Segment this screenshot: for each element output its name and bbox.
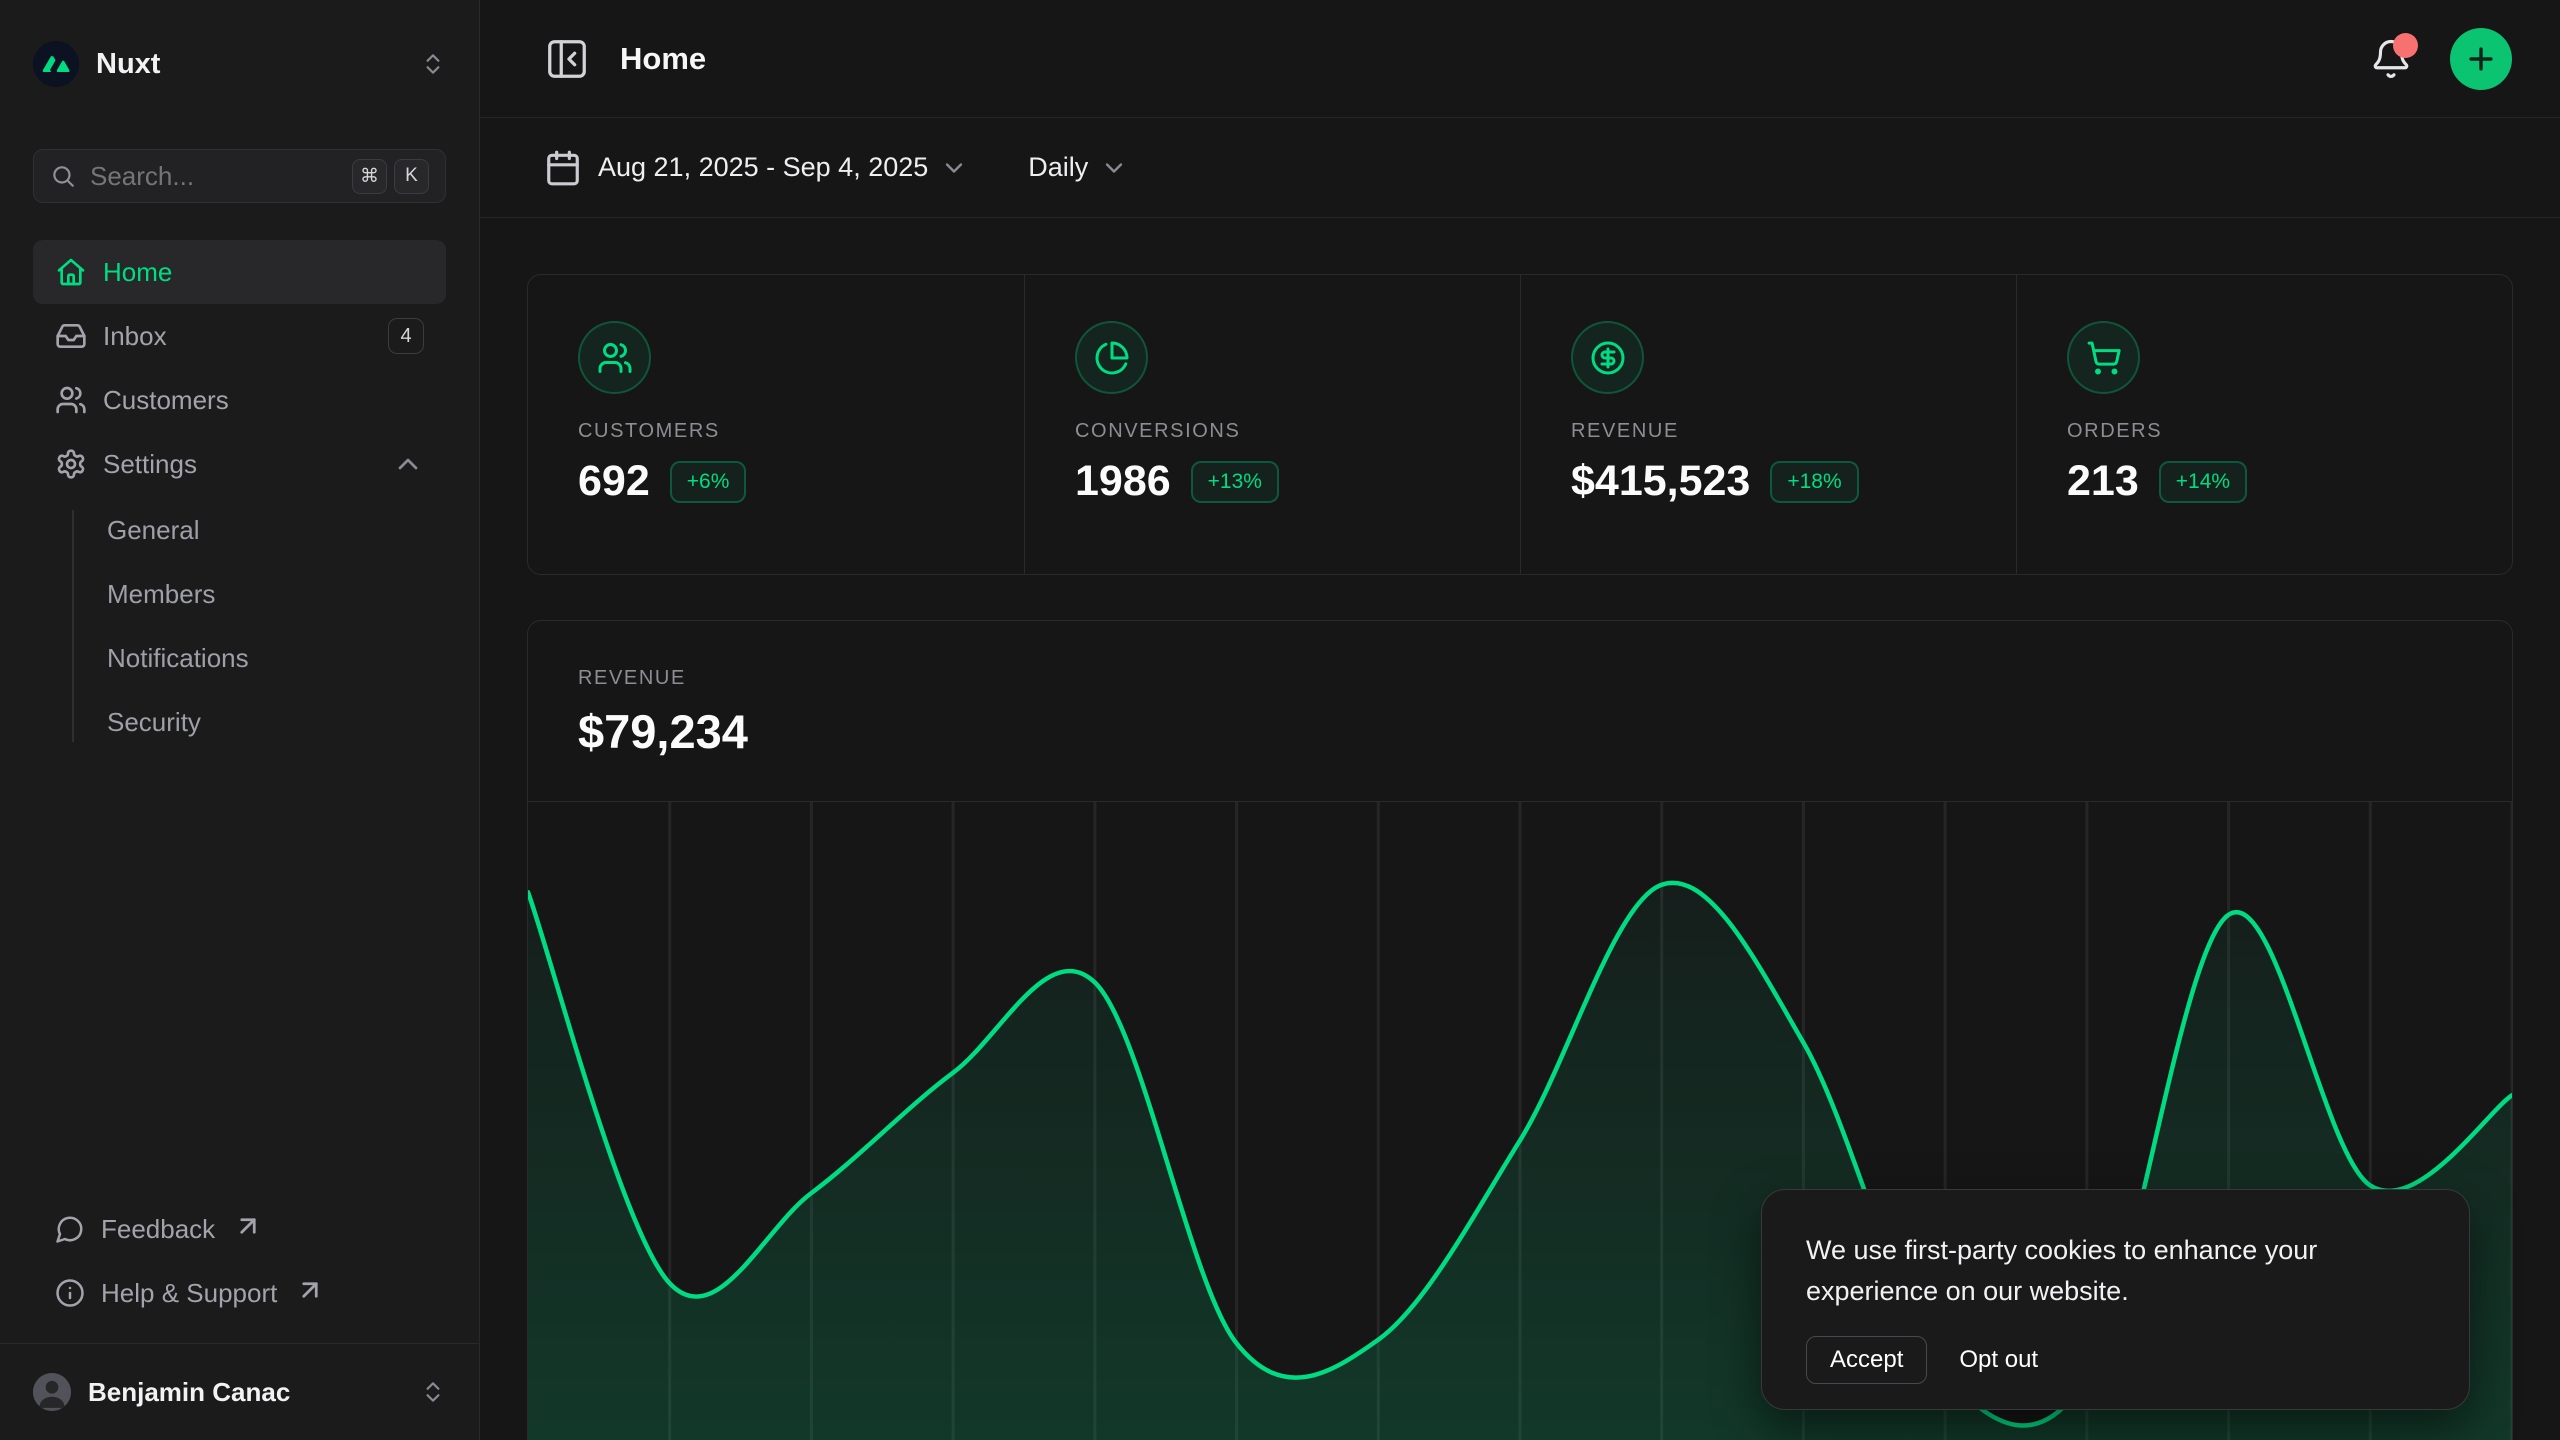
stat-value: 213 (2067, 457, 2139, 506)
shopping-cart-icon (2067, 321, 2140, 394)
workspace-selector[interactable]: Nuxt (33, 28, 446, 100)
opt-out-button[interactable]: Opt out (1959, 1346, 2038, 1374)
stat-card-revenue: REVENUE $415,523 +18% (1520, 275, 2016, 574)
gear-icon (55, 448, 87, 480)
search-field[interactable] (90, 161, 338, 192)
circle-dollar-icon (1571, 321, 1644, 394)
help-support-label: Help & Support (101, 1278, 277, 1309)
chevron-down-icon (940, 154, 968, 182)
external-link-icon (295, 1275, 325, 1305)
filter-bar: Aug 21, 2025 - Sep 4, 2025 Daily (480, 118, 2560, 218)
stat-delta-badge: +18% (1770, 461, 1858, 503)
stat-value: 692 (578, 457, 650, 506)
search-icon (50, 163, 76, 189)
sidebar-item-notifications[interactable]: Notifications (33, 626, 446, 690)
revenue-chart-label: REVENUE (578, 667, 2462, 690)
chevrons-up-down-icon (420, 51, 446, 77)
stat-value: 1986 (1075, 457, 1171, 506)
search-shortcut: ⌘ K (352, 159, 429, 194)
sidebar-item-members[interactable]: Members (33, 562, 446, 626)
inbox-icon (55, 320, 87, 352)
stat-label: ORDERS (2067, 420, 2462, 443)
sidebar-item-settings[interactable]: Settings (33, 432, 446, 496)
stat-card-customers: CUSTOMERS 692 +6% (528, 275, 1024, 574)
user-menu[interactable]: Benjamin Canac (0, 1344, 479, 1440)
settings-subnav: General Members Notifications Security (33, 498, 446, 754)
feedback-link[interactable]: Feedback (33, 1197, 446, 1261)
sidebar-item-label: Settings (103, 449, 197, 480)
workspace-name: Nuxt (96, 48, 403, 81)
user-name: Benjamin Canac (88, 1377, 403, 1408)
sidebar-item-security[interactable]: Security (33, 690, 446, 754)
sidebar-nav: Home Inbox 4 Customers Setting (33, 240, 446, 754)
sidebar-item-general[interactable]: General (33, 498, 446, 562)
external-link-icon (233, 1211, 263, 1241)
revenue-chart-total: $79,234 (578, 704, 2462, 759)
info-circle-icon (55, 1278, 85, 1308)
accept-button[interactable]: Accept (1806, 1336, 1927, 1384)
add-button[interactable] (2450, 28, 2512, 90)
sidebar-item-customers[interactable]: Customers (33, 368, 446, 432)
stat-delta-badge: +13% (1191, 461, 1279, 503)
notification-dot (2393, 33, 2418, 58)
sidebar-footer: Feedback Help & Support (33, 1197, 446, 1343)
house-icon (55, 256, 87, 288)
page-title: Home (620, 41, 2370, 77)
help-support-link[interactable]: Help & Support (33, 1261, 446, 1325)
notifications-button[interactable] (2370, 38, 2412, 80)
chevron-up-icon (392, 448, 424, 480)
stat-card-conversions: CONVERSIONS 1986 +13% (1024, 275, 1520, 574)
sidebar-collapse-icon[interactable] (544, 36, 590, 82)
k-key: K (394, 159, 429, 194)
top-bar: Home (480, 0, 2560, 118)
sidebar-item-home[interactable]: Home (33, 240, 446, 304)
users-icon (55, 384, 87, 416)
cmd-key: ⌘ (352, 159, 387, 194)
stat-label: REVENUE (1571, 420, 1966, 443)
stat-label: CUSTOMERS (578, 420, 974, 443)
date-range-picker[interactable]: Aug 21, 2025 - Sep 4, 2025 (598, 152, 928, 183)
feedback-label: Feedback (101, 1214, 215, 1245)
stats-row: CUSTOMERS 692 +6% CONVERSIONS 1986 +13% (527, 274, 2513, 575)
sidebar-item-inbox[interactable]: Inbox 4 (33, 304, 446, 368)
sidebar-item-label: Home (103, 257, 172, 288)
pie-chart-icon (1075, 321, 1148, 394)
stat-delta-badge: +14% (2159, 461, 2247, 503)
nuxt-logo-icon (33, 41, 79, 87)
sidebar-item-label: Customers (103, 385, 229, 416)
calendar-icon (544, 149, 582, 187)
chevrons-up-down-icon (420, 1379, 446, 1405)
cookie-message: We use first-party cookies to enhance yo… (1806, 1230, 2406, 1312)
avatar (33, 1373, 71, 1411)
inbox-count-badge: 4 (388, 318, 424, 354)
granularity-select[interactable]: Daily (1028, 152, 1088, 183)
cookie-banner: We use first-party cookies to enhance yo… (1761, 1189, 2470, 1410)
stat-delta-badge: +6% (670, 461, 747, 503)
users-icon (578, 321, 651, 394)
stat-label: CONVERSIONS (1075, 420, 1470, 443)
sidebar-item-label: Inbox (103, 321, 167, 352)
chevron-down-icon (1100, 154, 1128, 182)
search-input[interactable]: ⌘ K (33, 149, 446, 203)
stat-value: $415,523 (1571, 457, 1750, 506)
message-bubble-icon (55, 1214, 85, 1244)
stat-card-orders: ORDERS 213 +14% (2016, 275, 2512, 574)
sidebar: Nuxt ⌘ K Home (0, 0, 480, 1440)
